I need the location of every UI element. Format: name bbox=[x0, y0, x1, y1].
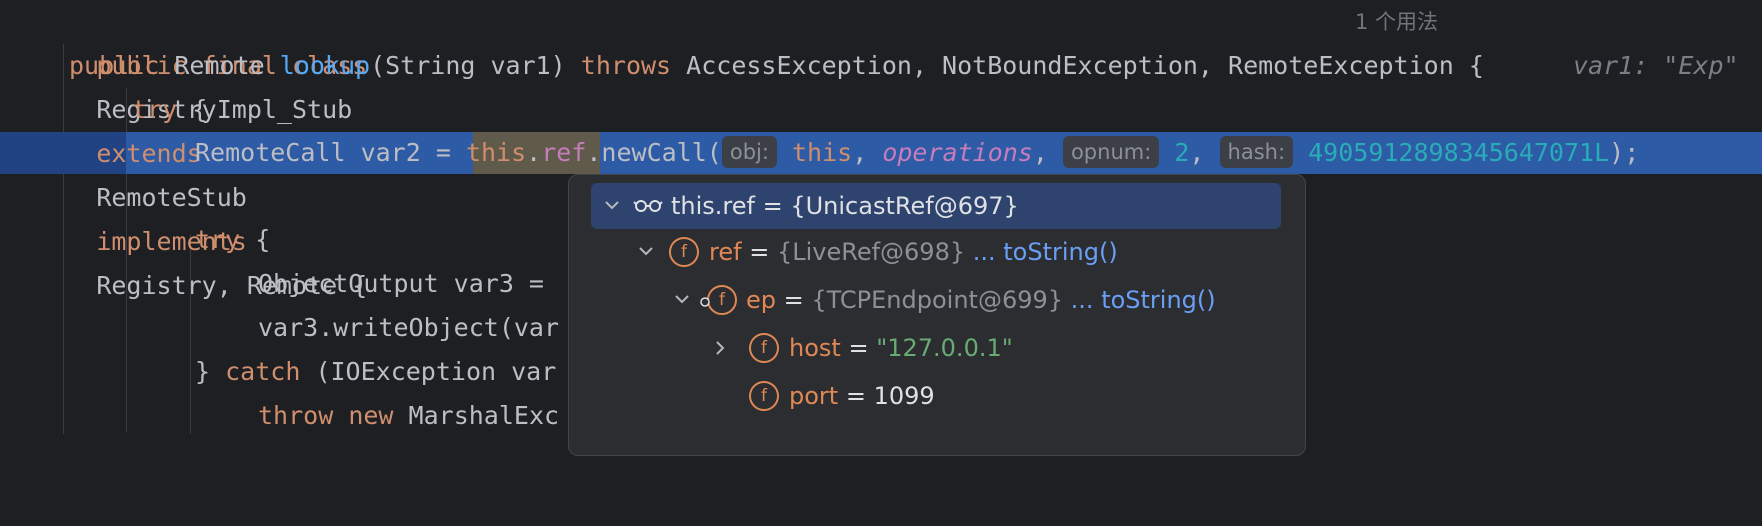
chevron-down-icon[interactable] bbox=[637, 229, 655, 291]
keyword: this bbox=[792, 138, 853, 167]
code-line-current[interactable]: RemoteCall var2 = this.ref.newCall(obj: … bbox=[0, 131, 1762, 175]
keyword: this bbox=[465, 138, 527, 167]
to-string-link[interactable]: ... toString() bbox=[973, 238, 1118, 266]
return-type: Remote bbox=[174, 51, 265, 80]
equals: = bbox=[838, 382, 874, 410]
statement-prefix: RemoteCall var2 = bbox=[195, 138, 466, 167]
exception-list: AccessException, NotBoundException, Remo… bbox=[686, 51, 1484, 80]
code-line[interactable]: public final class RegistryImpl_Stub ext… bbox=[0, 0, 1762, 300]
number-literal: 2 bbox=[1174, 138, 1190, 167]
statement: (IOException var bbox=[315, 357, 557, 386]
usage-hint[interactable]: 1 个用法 bbox=[1355, 0, 1438, 44]
statement-end: ); bbox=[1609, 138, 1640, 167]
field-value: {TCPEndpoint@699} bbox=[811, 286, 1064, 314]
field-icon: f bbox=[749, 381, 779, 411]
method-params: (String var1) bbox=[370, 51, 566, 80]
field-name: ref bbox=[709, 238, 742, 266]
debug-inline-value: var1: "Exp" bbox=[1573, 51, 1739, 80]
tree-node-root[interactable]: this.ref = {UnicastRef@697} bbox=[591, 183, 1281, 229]
statement: var3.writeObject(var bbox=[258, 313, 560, 342]
keyword: public bbox=[69, 51, 160, 80]
debug-value-popup[interactable]: this.ref = {UnicastRef@697} f ref = {Liv… bbox=[568, 174, 1306, 456]
code-line[interactable]: public Remote lookup(String var1) throws… bbox=[0, 44, 1762, 88]
keyword: throw bbox=[258, 401, 334, 430]
method-call: .newCall( bbox=[586, 138, 722, 167]
keyword: new bbox=[348, 401, 394, 430]
code-line[interactable]: try { bbox=[0, 88, 1762, 132]
field-name: port bbox=[789, 382, 839, 410]
comma: , bbox=[852, 138, 883, 167]
field-value: {LiveRef@698} bbox=[776, 238, 966, 266]
chevron-down-icon[interactable] bbox=[673, 277, 691, 339]
brace: } bbox=[195, 357, 226, 386]
keyword: try bbox=[132, 95, 178, 124]
field-icon: f bbox=[749, 333, 779, 363]
field-icon: f bbox=[669, 237, 699, 267]
brace: { bbox=[192, 95, 208, 124]
watch-marker-icon bbox=[699, 279, 711, 325]
equals: = bbox=[776, 286, 812, 314]
root-expression: this.ref = {UnicastRef@697} bbox=[671, 192, 1019, 220]
param-hint-opnum: opnum: bbox=[1062, 136, 1160, 168]
keyword: throws bbox=[580, 51, 672, 80]
field-name: ep bbox=[746, 286, 776, 314]
field-ref: ref bbox=[541, 138, 587, 167]
chevron-down-icon[interactable] bbox=[603, 183, 621, 245]
comma: , bbox=[1189, 138, 1220, 167]
to-string-link[interactable]: ... toString() bbox=[1071, 286, 1216, 314]
base-class: RemoteStub bbox=[96, 183, 247, 212]
statement: ObjectOutput var3 = bbox=[258, 269, 544, 298]
keyword: try bbox=[195, 225, 241, 254]
field-operations: operations bbox=[882, 138, 1033, 167]
field-value: 1099 bbox=[873, 382, 935, 410]
field-icon: f bbox=[707, 285, 737, 315]
method-name: lookup bbox=[279, 51, 371, 80]
comma: , bbox=[1032, 138, 1063, 167]
param-hint-hash: hash: bbox=[1219, 136, 1294, 168]
field-name: host bbox=[789, 334, 841, 362]
number-literal: 4905912898345647071L bbox=[1308, 138, 1610, 167]
chevron-right-icon[interactable] bbox=[711, 325, 729, 387]
param-hint-obj: obj: bbox=[721, 136, 777, 168]
statement: MarshalExc bbox=[408, 401, 560, 430]
equals: = bbox=[840, 334, 877, 362]
field-value: "127.0.0.1" bbox=[876, 334, 1013, 362]
code-editor[interactable]: public final class RegistryImpl_Stub ext… bbox=[0, 0, 1762, 456]
keyword: catch bbox=[225, 357, 301, 386]
equals: = bbox=[741, 238, 777, 266]
dot: . bbox=[526, 138, 542, 167]
brace: { bbox=[255, 225, 271, 254]
